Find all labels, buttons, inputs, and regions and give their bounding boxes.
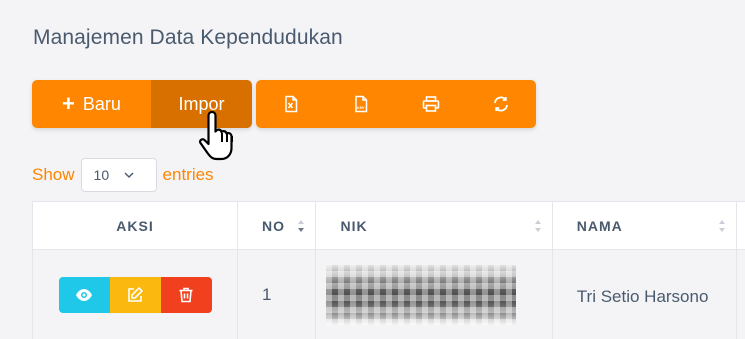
eye-icon [76,288,93,301]
column-header-nik-label: NIK [340,217,368,234]
chevron-down-icon [124,172,134,178]
excel-file-icon [285,95,298,113]
column-header-no[interactable]: NO [237,201,317,250]
row-extra-cell [736,249,745,339]
column-header-nama[interactable]: NAMA [551,201,738,250]
page-title: Manajemen Data Kependudukan [33,26,343,49]
export-csv-button[interactable]: csv [326,80,396,128]
print-button[interactable] [396,80,466,128]
table-header-row: AKSI NO NIK NAMA [32,201,745,250]
column-header-no-label: NO [262,217,286,234]
length-suffix: entries [162,165,214,184]
export-button-group: csv [256,80,536,128]
row-nama-cell: Tri Setio Harsono [551,249,738,339]
toolbar: + Baru Impor csv [32,80,536,128]
view-button[interactable] [58,276,110,313]
column-header-extra [736,201,745,250]
entries-length-control: Show 10 entries [32,158,214,192]
printer-icon [422,96,440,112]
new-button-label: Baru [82,93,121,114]
svg-text:csv: csv [357,105,365,110]
entries-select[interactable]: 10 [80,158,157,192]
data-table-wrapper: AKSI NO NIK NAMA 1 Tri Setio Harsono [32,201,745,339]
csv-file-icon: csv [355,95,368,113]
trash-icon [179,287,193,302]
sort-icon [719,220,725,232]
row-no-cell: 1 [237,249,317,339]
nik-redacted-value [326,264,517,325]
row-nik-cell [315,249,553,339]
table-row: 1 Tri Setio Harsono [32,249,745,339]
refresh-icon [494,96,508,112]
column-header-aksi: AKSI [32,201,239,250]
data-table: AKSI NO NIK NAMA 1 Tri Setio Harsono [32,201,745,339]
length-prefix: Show [32,165,75,184]
edit-icon [128,286,144,302]
delete-button[interactable] [160,276,212,313]
export-excel-button[interactable] [256,80,326,128]
refresh-button[interactable] [466,80,536,128]
column-header-nama-label: NAMA [576,217,623,234]
new-button[interactable]: + Baru [32,80,151,128]
edit-button[interactable] [109,276,161,313]
column-header-nik[interactable]: NIK [315,201,553,250]
sort-icon [534,220,541,232]
plus-icon: + [62,91,75,116]
entries-select-value: 10 [93,167,110,183]
sort-desc-icon [298,220,305,232]
row-action-group [58,276,212,313]
row-actions-cell [32,249,239,339]
